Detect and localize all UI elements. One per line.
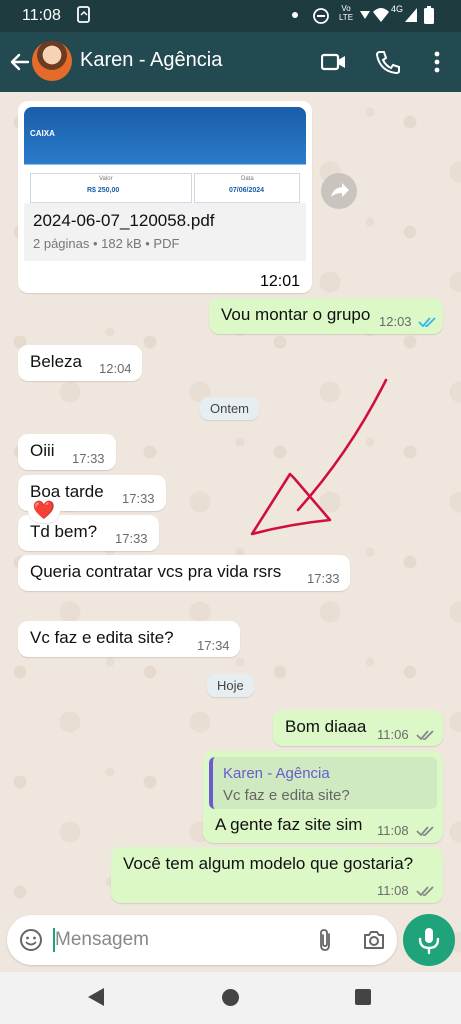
chat-header: Karen - Agência <box>0 32 461 92</box>
system-nav-bar <box>0 972 461 1024</box>
message-composer[interactable]: Mensagem <box>7 915 397 965</box>
dnd-icon <box>313 8 329 24</box>
mic-button[interactable] <box>403 914 455 966</box>
contact-name[interactable]: Karen - Agência <box>80 49 222 72</box>
signal-icon <box>405 8 417 22</box>
video-call-icon[interactable] <box>321 49 347 75</box>
back-arrow-icon[interactable] <box>8 50 32 74</box>
attach-icon[interactable] <box>313 928 337 952</box>
notification-dot-icon <box>292 12 298 18</box>
nav-back-icon[interactable] <box>88 988 104 1006</box>
battery-icon <box>424 6 434 24</box>
camera-icon[interactable] <box>362 928 386 952</box>
screenshot-icon <box>77 6 90 23</box>
volte-label: Vo LTE <box>338 4 354 22</box>
contact-avatar[interactable] <box>32 41 72 81</box>
chat-area[interactable]: CAIXA Valor R$ 250,00 Data 07/06/2024 20… <box>0 92 461 972</box>
mic-icon <box>418 928 440 955</box>
wifi-icon <box>373 8 389 22</box>
message-input[interactable]: Mensagem <box>55 929 149 951</box>
phone-icon[interactable] <box>375 49 401 75</box>
data-arrows-icon <box>360 11 370 19</box>
annotation-arrow <box>250 378 388 536</box>
more-icon[interactable] <box>424 49 450 75</box>
status-time: 11:08 <box>22 7 61 24</box>
emoji-icon[interactable] <box>19 928 43 952</box>
nav-home-icon[interactable] <box>222 989 239 1006</box>
network-type-label: 4G <box>391 4 404 14</box>
nav-recents-icon[interactable] <box>355 989 371 1005</box>
status-bar: 11:08 Vo LTE 4G <box>0 0 461 32</box>
